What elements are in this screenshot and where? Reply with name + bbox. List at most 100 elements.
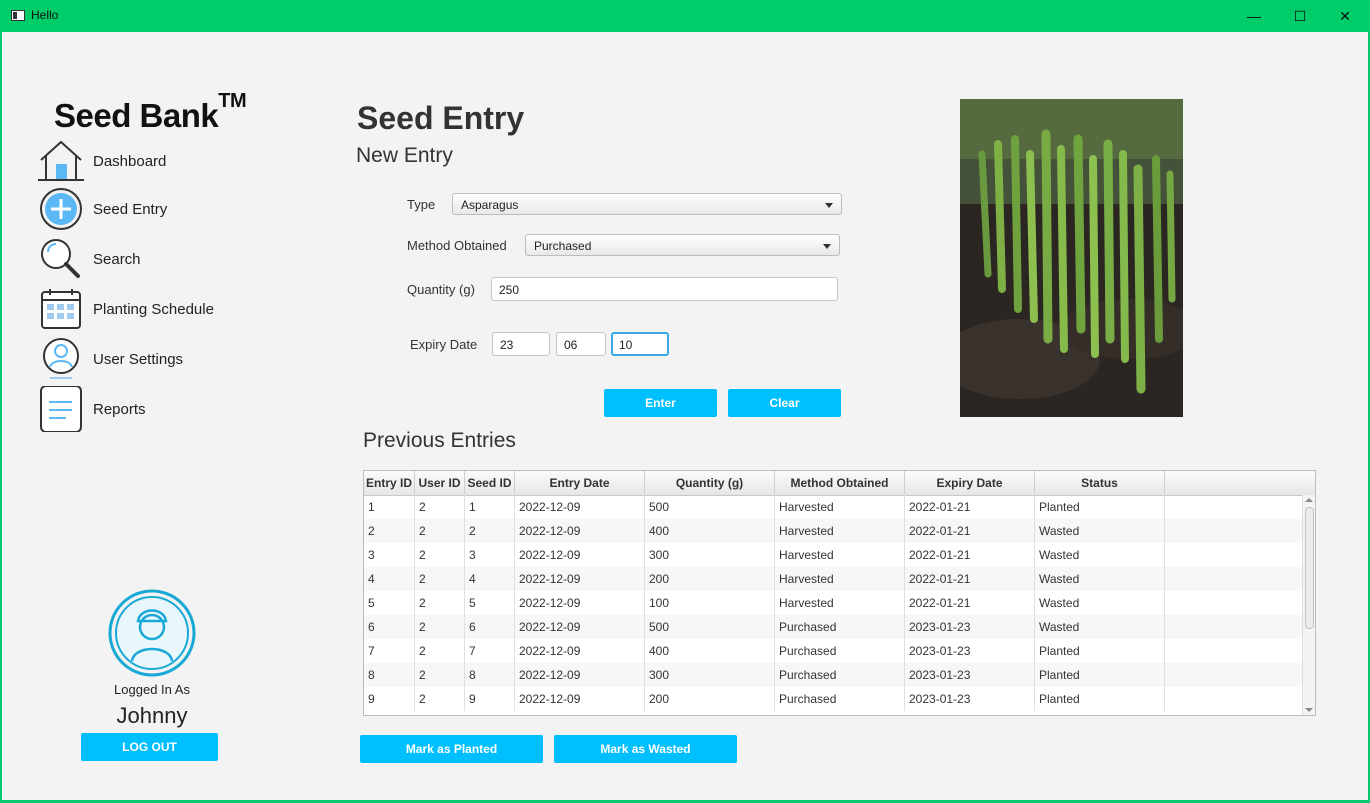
asparagus-photo xyxy=(960,99,1183,417)
sidebar-item-user-settings[interactable]: User Settings xyxy=(38,336,183,382)
clear-button[interactable]: Clear xyxy=(728,389,841,417)
sidebar-item-label: Dashboard xyxy=(93,152,167,170)
table-cell: 5 xyxy=(364,591,415,615)
table-cell: 2023-01-23 xyxy=(905,639,1035,663)
table-row[interactable]: 1 2 1 2022-12-09 500 Harvested 2022-01-2… xyxy=(364,495,1303,519)
table-cell: 2022-12-09 xyxy=(515,591,645,615)
app-icon xyxy=(11,10,25,21)
table-cell: 9 xyxy=(364,687,415,711)
column-header[interactable]: Expiry Date xyxy=(905,471,1035,495)
table-cell: Harvested xyxy=(775,495,905,519)
table-cell: 2022-12-09 xyxy=(515,519,645,543)
column-header[interactable]: Method Obtained xyxy=(775,471,905,495)
expiry-month-field[interactable]: 06 xyxy=(556,332,606,356)
page-title: Seed Entry xyxy=(357,100,525,136)
table-row[interactable]: 2 2 2 2022-12-09 400 Harvested 2022-01-2… xyxy=(364,519,1303,543)
table-cell: 500 xyxy=(645,495,775,519)
table-cell: 2022-01-21 xyxy=(905,543,1035,567)
table-cell: 1 xyxy=(364,495,415,519)
type-select[interactable]: Asparagus xyxy=(452,193,842,215)
table-cell: 2 xyxy=(415,543,465,567)
sidebar-item-seed-entry[interactable]: Seed Entry xyxy=(38,186,167,232)
expiry-day-field[interactable]: 23 xyxy=(492,332,550,356)
expiry-year-field[interactable]: 10 xyxy=(611,332,669,356)
table-cell: Planted xyxy=(1035,663,1165,687)
column-header[interactable]: Seed ID xyxy=(465,471,515,495)
column-header[interactable]: Entry Date xyxy=(515,471,645,495)
table-row[interactable]: 5 2 5 2022-12-09 100 Harvested 2022-01-2… xyxy=(364,591,1303,615)
table-row[interactable]: 4 2 4 2022-12-09 200 Harvested 2022-01-2… xyxy=(364,567,1303,591)
table-row[interactable]: 3 2 3 2022-12-09 300 Harvested 2022-01-2… xyxy=(364,543,1303,567)
title-bar: Hello — ☐ ✕ xyxy=(0,0,1370,32)
table-cell: 2 xyxy=(415,687,465,711)
table-cell: 6 xyxy=(465,615,515,639)
quantity-label: Quantity (g) xyxy=(407,282,475,297)
calendar-icon xyxy=(38,286,84,332)
table-cell: 6 xyxy=(364,615,415,639)
table-cell: 400 xyxy=(645,519,775,543)
column-header[interactable]: Entry ID xyxy=(364,471,415,495)
table-cell: 2 xyxy=(415,615,465,639)
table-header: Entry ID User ID Seed ID Entry Date Quan… xyxy=(364,471,1315,496)
logout-button[interactable]: LOG OUT xyxy=(81,733,218,761)
table-row[interactable]: 6 2 6 2022-12-09 500 Purchased 2023-01-2… xyxy=(364,615,1303,639)
sidebar-item-label: Seed Entry xyxy=(93,200,168,218)
scrollbar-thumb[interactable] xyxy=(1305,507,1314,629)
chevron-down-icon xyxy=(823,244,831,249)
table-cell: 2023-01-23 xyxy=(905,615,1035,639)
table-cell: Harvested xyxy=(775,543,905,567)
minimize-button[interactable]: — xyxy=(1231,0,1277,32)
scroll-down-icon[interactable] xyxy=(1305,708,1313,712)
mark-wasted-button[interactable]: Mark as Wasted xyxy=(554,735,737,763)
scroll-up-icon[interactable] xyxy=(1305,498,1313,502)
house-icon xyxy=(38,138,84,184)
table-body: 1 2 1 2022-12-09 500 Harvested 2022-01-2… xyxy=(364,495,1303,711)
table-cell: Purchased xyxy=(775,639,905,663)
table-cell: 2023-01-23 xyxy=(905,687,1035,711)
window-title: Hello xyxy=(31,8,59,22)
table-cell: 2023-01-23 xyxy=(905,663,1035,687)
enter-button[interactable]: Enter xyxy=(604,389,717,417)
table-row[interactable]: 9 2 9 2022-12-09 200 Purchased 2023-01-2… xyxy=(364,687,1303,711)
username: Johnny xyxy=(116,703,188,728)
table-row[interactable]: 8 2 8 2022-12-09 300 Purchased 2023-01-2… xyxy=(364,663,1303,687)
table-cell: Wasted xyxy=(1035,519,1165,543)
type-select-value: Asparagus xyxy=(461,198,519,212)
column-header[interactable]: User ID xyxy=(415,471,465,495)
sidebar-item-reports[interactable]: Reports xyxy=(38,386,146,432)
table-cell: 2022-01-21 xyxy=(905,495,1035,519)
table-cell: Purchased xyxy=(775,687,905,711)
maximize-button[interactable]: ☐ xyxy=(1277,0,1323,32)
table-cell: 2022-12-09 xyxy=(515,687,645,711)
table-cell: 2 xyxy=(415,639,465,663)
brand-trademark: TM xyxy=(218,90,247,112)
brand-name: Seed Bank xyxy=(54,97,219,134)
table-cell: 200 xyxy=(645,567,775,591)
table-cell: 2 xyxy=(415,663,465,687)
sidebar-item-search[interactable]: Search xyxy=(38,236,141,282)
entries-table[interactable]: Entry ID User ID Seed ID Entry Date Quan… xyxy=(363,470,1316,716)
sidebar-item-label: User Settings xyxy=(93,350,184,368)
table-scrollbar[interactable] xyxy=(1302,495,1315,715)
table-cell: 2 xyxy=(465,519,515,543)
table-cell: 5 xyxy=(465,591,515,615)
logged-in-label: Logged In As xyxy=(114,682,190,697)
column-header[interactable]: Status xyxy=(1035,471,1165,495)
sidebar-item-planting-schedule[interactable]: Planting Schedule xyxy=(38,286,214,332)
table-cell: 2 xyxy=(415,591,465,615)
sidebar-item-dashboard[interactable]: Dashboard xyxy=(38,138,166,184)
table-cell: 7 xyxy=(465,639,515,663)
column-header[interactable]: Quantity (g) xyxy=(645,471,775,495)
close-button[interactable]: ✕ xyxy=(1322,0,1368,32)
method-select[interactable]: Purchased xyxy=(525,234,840,256)
table-cell: Harvested xyxy=(775,567,905,591)
magnifier-icon xyxy=(38,236,84,282)
column-header-filler xyxy=(1165,471,1315,495)
table-row[interactable]: 7 2 7 2022-12-09 400 Purchased 2023-01-2… xyxy=(364,639,1303,663)
table-cell: 8 xyxy=(364,663,415,687)
type-label: Type xyxy=(407,197,436,212)
table-cell: 7 xyxy=(364,639,415,663)
table-cell: Planted xyxy=(1035,495,1165,519)
mark-planted-button[interactable]: Mark as Planted xyxy=(360,735,543,763)
quantity-field[interactable]: 250 xyxy=(491,277,838,301)
